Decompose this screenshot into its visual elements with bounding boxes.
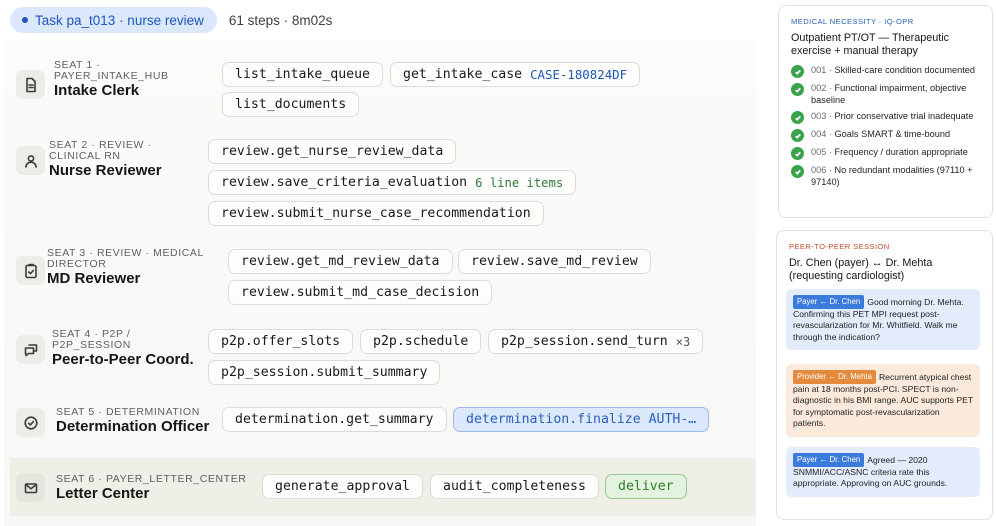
tool-chip[interactable]: review.get_md_review_data	[228, 249, 453, 274]
status-dot	[22, 17, 28, 23]
tool-chip[interactable]: review.save_criteria_evaluation 6 line it…	[208, 170, 577, 195]
check-icon	[791, 165, 804, 178]
seat-name: Peer-to-Peer Coord.	[52, 351, 194, 368]
tool-chip[interactable]: review.save_md_review	[458, 249, 651, 274]
speaker-badge: Payer ← Dr. Chen	[793, 295, 865, 309]
check-circle-icon	[16, 408, 45, 437]
seat-pipeline: SEAT 1 · PAYER_INTAKE_HUB Intake Clerk l…	[4, 40, 756, 526]
steps-summary: 61 steps · 8m02s	[228, 12, 333, 28]
check-icon	[791, 129, 804, 142]
task-label: Task pa_t013 · nurse review	[35, 12, 204, 28]
panel-title: Outpatient PT/OT — Therapeutic exercise …	[791, 32, 950, 57]
chat-message-provider: Provider ← Dr. Mehta Recurrent atypical c…	[786, 364, 980, 437]
repeat-count: ×3	[675, 334, 691, 349]
task-pill[interactable]: Task pa_t013 · nurse review	[10, 7, 217, 33]
criterion-item: 002 · Functional impairment, objective b…	[791, 83, 989, 106]
seat-tag: PAYER_INTAKE_HUB	[54, 70, 169, 82]
panel-tag: MEDICAL NECESSITY · IQ-OPR	[791, 17, 914, 26]
tool-chip[interactable]: get_intake_case CASE-180824DF	[390, 62, 641, 87]
seat-p2p: SEAT 4 · P2P / P2P_SESSION Peer-to-Peer …	[10, 327, 756, 393]
seat-tag: SEAT 6 · PAYER_LETTER_CENTER	[56, 473, 247, 485]
chat-message-payer: Payer ← Dr. Chen Agreed — 2020 SNMMI/ACC/…	[786, 447, 980, 497]
tool-chip[interactable]: list_intake_queue	[222, 62, 383, 87]
seat-tag: SEAT 5 · DETERMINATION	[56, 406, 200, 418]
seat-tag: CLINICAL RN	[49, 150, 121, 162]
seat-name: Determination Officer	[56, 418, 210, 435]
case-id: CASE-180824DF	[530, 67, 628, 82]
task-header: Task pa_t013 · nurse review 61 steps · 8…	[10, 7, 332, 33]
seat-name: Nurse Reviewer	[49, 162, 162, 179]
tool-chip-finalize[interactable]: determination.finalize AUTH-…	[453, 407, 710, 432]
criterion-item: 001 · Skilled-care condition documented	[791, 65, 989, 78]
seat-nurse: SEAT 2 · REVIEW · CLINICAL RN Nurse Revi…	[10, 138, 756, 230]
tool-chip[interactable]: p2p_session.send_turn ×3	[488, 329, 704, 354]
panel-title: Dr. Chen (payer) ↔ Dr. Mehta (requesting…	[789, 257, 933, 282]
tool-chip[interactable]: p2p.offer_slots	[208, 329, 354, 354]
check-icon	[791, 65, 804, 78]
seat-md: SEAT 3 · REVIEW · MEDICAL DIRECTOR MD Re…	[10, 246, 756, 312]
check-icon	[791, 147, 804, 160]
tool-chip-deliver[interactable]: deliver	[605, 474, 687, 499]
chat-message-payer: Payer ← Dr. Chen Good morning Dr. Mehta. …	[786, 289, 980, 351]
panel-tag: PEER-TO-PEER SESSION	[789, 242, 890, 251]
check-icon	[791, 83, 804, 96]
criteria-list: 001 · Skilled-care condition documented …	[791, 65, 989, 188]
tool-chip[interactable]: review.submit_nurse_case_recommendation	[208, 201, 544, 226]
tool-chip[interactable]: p2p.schedule	[360, 329, 482, 354]
tool-chip[interactable]: audit_completeness	[430, 474, 599, 499]
tool-chip[interactable]: review.submit_md_case_decision	[228, 280, 493, 305]
seat-determination: SEAT 5 · DETERMINATION Determination Off…	[10, 402, 756, 442]
tool-chip[interactable]: determination.get_summary	[222, 407, 447, 432]
document-icon	[16, 70, 45, 99]
clipboard-check-icon	[16, 256, 45, 285]
seat-tag: DIRECTOR	[47, 258, 107, 270]
seat-name: MD Reviewer	[47, 270, 141, 287]
line-items-note: 6 line items	[475, 175, 564, 190]
tool-chip[interactable]: generate_approval	[262, 474, 423, 499]
seat-tag: P2P_SESSION	[52, 339, 131, 351]
p2p-session-panel: PEER-TO-PEER SESSION Dr. Chen (payer) ↔ …	[776, 230, 993, 520]
criterion-item: 006 · No redundant modalities (97110 + 9…	[791, 165, 989, 188]
speaker-badge: Payer ← Dr. Chen	[793, 453, 865, 467]
medical-necessity-panel: MEDICAL NECESSITY · IQ-OPR Outpatient PT…	[778, 5, 993, 218]
mail-icon	[16, 473, 45, 502]
seat-name: Intake Clerk	[54, 82, 140, 99]
criterion-item: 005 · Frequency / duration appropriate	[791, 147, 989, 160]
seat-intake: SEAT 1 · PAYER_INTAKE_HUB Intake Clerk l…	[10, 58, 756, 124]
chat-icon	[16, 335, 45, 364]
user-icon	[16, 146, 45, 175]
tool-chip[interactable]: p2p_session.submit_summary	[208, 360, 441, 385]
speaker-badge: Provider ← Dr. Mehta	[793, 370, 876, 384]
criterion-item: 003 · Prior conservative trial inadequat…	[791, 111, 989, 124]
seat-letter-center: SEAT 6 · PAYER_LETTER_CENTER Letter Cent…	[10, 458, 756, 516]
tool-chip[interactable]: list_documents	[222, 92, 360, 117]
tool-chip[interactable]: review.get_nurse_review_data	[208, 139, 457, 164]
criterion-item: 004 · Goals SMART & time-bound	[791, 129, 989, 142]
check-icon	[791, 111, 804, 124]
seat-name: Letter Center	[56, 485, 150, 502]
